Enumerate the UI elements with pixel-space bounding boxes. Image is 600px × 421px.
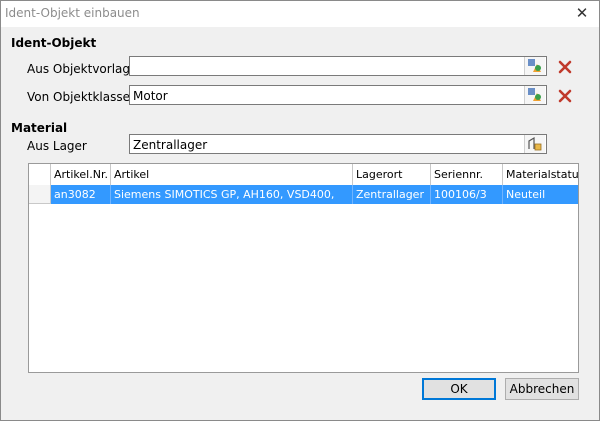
column-header[interactable]: Seriennr. [431,164,503,185]
material-table[interactable]: Artikel.Nr. Artikel Lagerort Seriennr. M… [28,163,579,373]
table-cell: an3082 [51,185,111,204]
browse-template-icon[interactable] [524,57,545,75]
material-section-heading: Material [11,121,68,135]
window-title: Ident-Objekt einbauen [5,6,140,20]
close-icon[interactable]: ✕ [573,4,591,22]
objektklasse-value: Motor [133,89,168,103]
ident-section-heading: Ident-Objekt [11,36,97,50]
lager-value: Zentrallager [133,138,208,152]
dialog-window: Ident-Objekt einbauen ✕ Ident-Objekt Aus… [0,0,600,421]
title-bar: Ident-Objekt einbauen ✕ [1,1,599,27]
klasse-label: Von Objektklasse [27,90,130,104]
column-header[interactable]: Artikel.Nr. [51,164,111,185]
lager-label: Aus Lager [27,139,87,153]
objektvorlage-field[interactable] [129,56,547,76]
table-cell: 100106/3 [431,185,503,204]
table-cell: Siemens SIMOTICS GP, AH160, VSD400, [111,185,353,204]
objektklasse-field[interactable]: Motor [129,85,547,105]
column-header[interactable]: Artikel [111,164,353,185]
table-row[interactable]: an3082 Siemens SIMOTICS GP, AH160, VSD40… [29,185,578,204]
cancel-button[interactable]: Abbrechen [505,378,579,400]
browse-class-icon[interactable] [524,86,545,104]
delete-icon[interactable] [557,88,573,104]
delete-icon[interactable] [557,59,573,75]
table-header: Artikel.Nr. Artikel Lagerort Seriennr. M… [29,164,578,186]
row-header-corner [29,164,51,185]
vorlage-label: Aus Objektvorlage [27,62,138,76]
table-cell: Neuteil [503,185,578,204]
column-header[interactable]: Lagerort [353,164,431,185]
lager-field[interactable]: Zentrallager [129,134,547,154]
column-header[interactable]: Materialstatus [503,164,578,185]
ok-button[interactable]: OK [422,378,496,400]
table-cell: Zentrallager [353,185,431,204]
warehouse-select-icon[interactable] [524,135,545,153]
